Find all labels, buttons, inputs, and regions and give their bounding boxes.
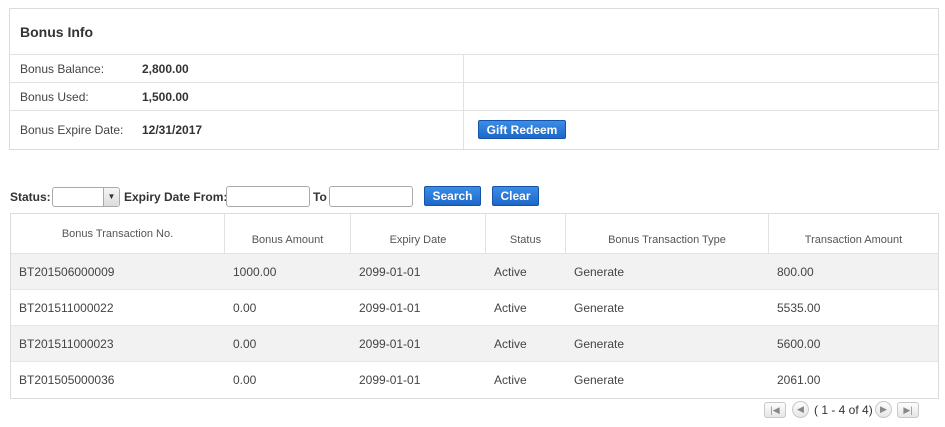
bonus-balance-row: Bonus Balance: 2,800.00 — [10, 55, 938, 83]
expiry-from-label: Expiry Date From: — [124, 190, 228, 204]
cell-transaction-no: BT201511000023 — [19, 337, 114, 351]
cell-transaction-no: BT201505000036 — [19, 373, 115, 387]
bonus-expire-cell: Bonus Expire Date: 12/31/2017 — [10, 111, 464, 149]
header-transaction-no-label: Bonus Transaction No. — [61, 228, 174, 240]
chevron-down-icon[interactable]: ▼ — [103, 188, 119, 206]
bonus-expire-row: Bonus Expire Date: 12/31/2017 Gift Redee… — [10, 111, 938, 149]
status-select[interactable]: ▼ — [52, 187, 120, 207]
header-expiry-date[interactable]: Expiry Date — [351, 214, 486, 254]
cell-status: Active — [494, 337, 527, 351]
bonus-used-label: Bonus Used: — [20, 89, 89, 104]
to-label: To — [313, 190, 327, 204]
bonus-used-value: 1,500.00 — [142, 89, 189, 104]
table-row[interactable]: BT201511000023 0.00 2099-01-01 Active Ge… — [11, 326, 938, 362]
cell-expiry-date: 2099-01-01 — [359, 265, 421, 279]
header-transaction-type[interactable]: Bonus Transaction Type — [566, 214, 769, 254]
first-page-icon[interactable]: |◀ — [764, 402, 786, 418]
cell-expiry-date: 2099-01-01 — [359, 301, 421, 315]
pagination: |◀ ◀ ( 1 - 4 of 4) ▶ ▶| — [764, 401, 924, 419]
search-button[interactable]: Search — [424, 186, 481, 206]
header-expiry-date-label: Expiry Date — [389, 234, 447, 246]
page-range-text: ( 1 - 4 of 4) — [814, 403, 873, 417]
prev-page-icon[interactable]: ◀ — [792, 401, 809, 418]
bonus-info-panel: Bonus Info Bonus Balance: 2,800.00 Bonus… — [9, 8, 939, 150]
bonus-balance-cell: Bonus Balance: 2,800.00 — [10, 55, 464, 82]
header-transaction-type-label: Bonus Transaction Type — [608, 234, 726, 246]
expiry-from-input[interactable] — [226, 186, 310, 207]
header-status-label: Status — [509, 234, 542, 246]
cell-transaction-type: Generate — [574, 301, 625, 315]
table-header: Bonus Transaction No. Bonus Amount Expir… — [11, 214, 938, 254]
cell-expiry-date: 2099-01-01 — [359, 337, 421, 351]
cell-transaction-amount: 5535.00 — [777, 301, 821, 315]
cell-transaction-amount: 2061.00 — [777, 373, 821, 387]
header-bonus-amount[interactable]: Bonus Amount — [225, 214, 351, 254]
cell-transaction-type: Generate — [574, 265, 625, 279]
cell-transaction-type: Generate — [574, 337, 625, 351]
filter-bar: Status: ▼ Expiry Date From: To Search Cl… — [10, 186, 940, 208]
header-status[interactable]: Status — [486, 214, 566, 254]
cell-bonus-amount: 0.00 — [233, 373, 257, 387]
last-page-icon[interactable]: ▶| — [897, 402, 919, 418]
gift-redeem-button[interactable]: Gift Redeem — [478, 120, 566, 139]
table-row[interactable]: BT201511000022 0.00 2099-01-01 Active Ge… — [11, 290, 938, 326]
cell-status: Active — [494, 373, 527, 387]
bonus-transactions-table: Bonus Transaction No. Bonus Amount Expir… — [10, 213, 939, 399]
expiry-to-input[interactable] — [329, 186, 413, 207]
bonus-used-row: Bonus Used: 1,500.00 — [10, 83, 938, 111]
bonus-expire-value: 12/31/2017 — [142, 123, 203, 137]
clear-button[interactable]: Clear — [492, 186, 539, 206]
cell-status: Active — [494, 301, 527, 315]
status-label: Status: — [10, 190, 51, 204]
header-bonus-amount-label: Bonus Amount — [251, 234, 324, 246]
cell-status: Active — [494, 265, 527, 279]
cell-bonus-amount: 1000.00 — [233, 265, 277, 279]
bonus-used-cell: Bonus Used: 1,500.00 — [10, 83, 464, 110]
cell-transaction-amount: 5600.00 — [777, 337, 821, 351]
header-transaction-no[interactable]: Bonus Transaction No. — [11, 214, 225, 254]
bonus-expire-label: Bonus Expire Date: — [20, 123, 124, 137]
cell-transaction-no: BT201506000009 — [19, 265, 115, 279]
header-transaction-amount[interactable]: Transaction Amount — [769, 214, 938, 254]
bonus-info-title: Bonus Info — [10, 9, 938, 55]
bonus-balance-value: 2,800.00 — [142, 61, 189, 76]
table-row[interactable]: BT201506000009 1000.00 2099-01-01 Active… — [11, 254, 938, 290]
cell-transaction-no: BT201511000022 — [19, 301, 114, 315]
next-page-icon[interactable]: ▶ — [875, 401, 892, 418]
cell-transaction-type: Generate — [574, 373, 625, 387]
cell-transaction-amount: 800.00 — [777, 265, 814, 279]
bonus-balance-label: Bonus Balance: — [20, 61, 105, 76]
cell-bonus-amount: 0.00 — [233, 301, 257, 315]
header-transaction-amount-label: Transaction Amount — [804, 234, 903, 246]
cell-expiry-date: 2099-01-01 — [359, 373, 421, 387]
cell-bonus-amount: 0.00 — [233, 337, 257, 351]
table-row[interactable]: BT201505000036 0.00 2099-01-01 Active Ge… — [11, 362, 938, 398]
